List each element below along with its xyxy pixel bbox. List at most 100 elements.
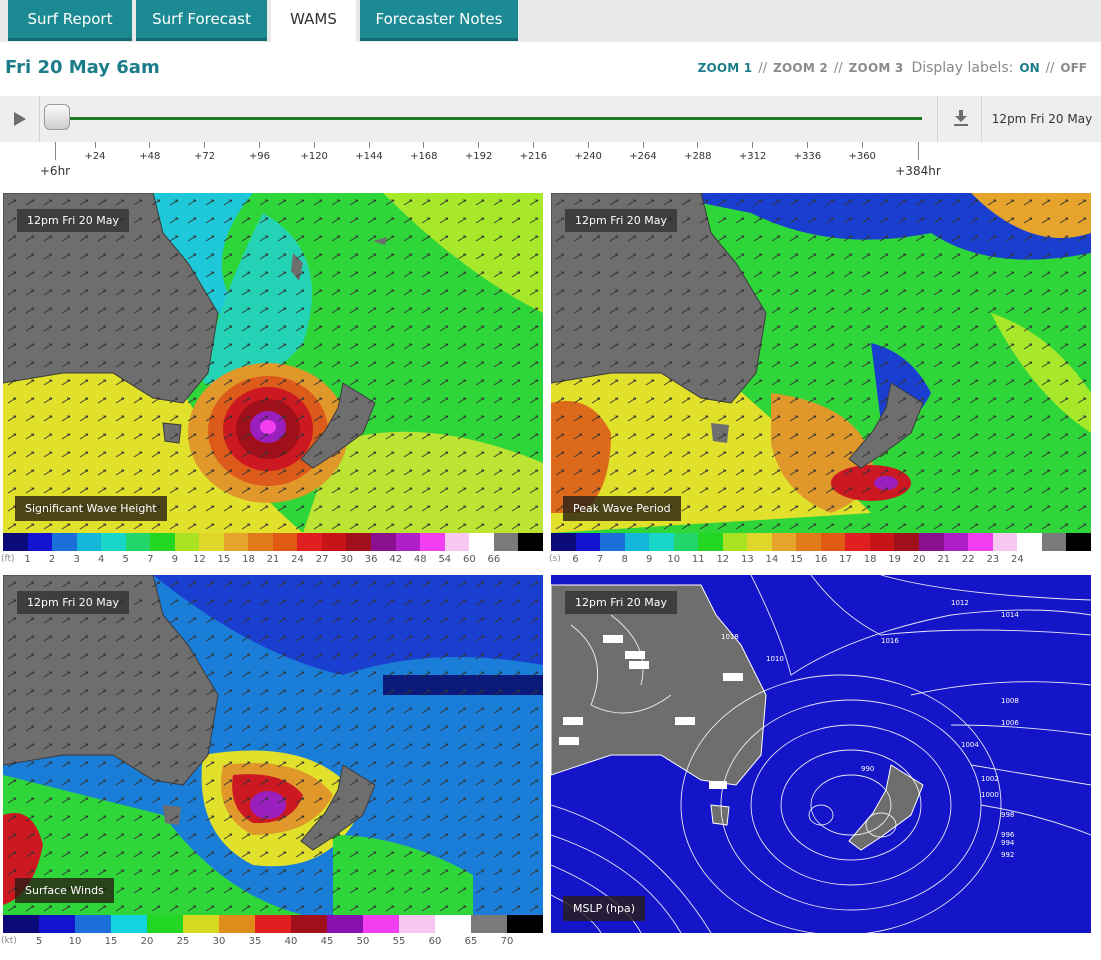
tab-surf-report[interactable]: Surf Report [8, 0, 132, 41]
legend-value: 23 [986, 554, 1000, 565]
legend-value: 7 [147, 554, 154, 565]
tab-forecaster-notes[interactable]: Forecaster Notes [360, 0, 518, 41]
timeline-tick: +48 [125, 142, 175, 162]
legend-value: 36 [364, 554, 378, 565]
isobar-label: 1002 [981, 775, 999, 783]
separator: // [833, 61, 843, 76]
legend-swatch [575, 533, 601, 551]
legend-value: 60 [428, 936, 442, 947]
timeline-slider-handle[interactable] [44, 104, 70, 130]
legend-value: 3 [73, 554, 80, 565]
legend-value: 8 [621, 554, 628, 565]
legend-swatch [75, 915, 111, 933]
legend-value: 17 [839, 554, 852, 565]
legend-swatch [1066, 533, 1091, 551]
legend-value: 18 [863, 554, 877, 565]
variable-label: Peak Wave Period [563, 496, 681, 521]
legend-swatch [27, 533, 53, 551]
variable-label: Surface Winds [15, 878, 114, 903]
legend-value: 54 [438, 554, 452, 565]
legend-swatch [894, 533, 919, 551]
isobar-label: 998 [1001, 811, 1014, 819]
legend-value: 12 [192, 554, 206, 565]
legend-swatch [255, 915, 291, 933]
zoom-1-link[interactable]: ZOOM 1 [698, 61, 753, 75]
legend-value: 9 [645, 554, 653, 565]
legend-swatch [52, 533, 77, 551]
wave-period-panel[interactable]: 12pm Fri 20 May Peak Wave Period [551, 193, 1091, 533]
legend-swatch [698, 533, 723, 551]
legend-swatch [327, 915, 363, 933]
page-title: Fri 20 May 6am [5, 57, 160, 78]
legend-swatch [869, 533, 895, 551]
legend-swatch [796, 533, 821, 551]
legend-swatch [297, 533, 322, 551]
zoom-2-link[interactable]: ZOOM 2 [773, 61, 828, 75]
isobar-label: 1018 [721, 633, 739, 641]
legend-swatch [199, 533, 224, 551]
legend-swatches [551, 533, 1091, 551]
map-controls: ZOOM 1 // ZOOM 2 // ZOOM 3 Display labels: ON /… [698, 60, 1087, 76]
wave-height-legend: (ft) 1 2 3 4 5 7 9 12 15 18 21 24 27 30 36 42 48 54 60 66 [1, 533, 543, 565]
mslp-panel[interactable]: 1012 1014 1016 1018 1010 1008 1006 1004 1002 1000… [551, 575, 1091, 933]
legend-value: 55 [392, 936, 406, 947]
legend-swatch [219, 915, 255, 933]
timeline-tick: +264 [618, 142, 668, 162]
isobar-label: 1008 [1001, 697, 1019, 705]
zoom-3-link[interactable]: ZOOM 3 [849, 61, 904, 75]
download-button[interactable] [937, 96, 982, 142]
legend-swatch [147, 915, 183, 933]
wave-height-panel[interactable]: 12pm Fri 20 May Significant Wave Height [3, 193, 543, 533]
timeline-track[interactable] [52, 117, 922, 120]
legend-value: 15 [104, 936, 118, 947]
tab-wams[interactable]: WAMS [271, 0, 356, 42]
surface-winds-panel[interactable]: 12pm Fri 20 May Surface Winds [3, 575, 543, 915]
legend-value: 15 [790, 554, 803, 565]
legend-swatch [101, 533, 126, 551]
isobar-label: 1000 [981, 791, 999, 799]
timeline-tick: +192 [454, 142, 504, 162]
legend-value: 10 [667, 554, 681, 565]
legend-value: 70 [500, 936, 514, 947]
legend-value: 5 [122, 554, 129, 565]
legend-value: 20 [140, 936, 154, 947]
legend-value: 21 [937, 554, 951, 565]
legend-value: 45 [320, 936, 334, 947]
legend-swatch [248, 533, 273, 551]
legend-value: 24 [1010, 554, 1024, 565]
legend-swatch [346, 533, 371, 551]
timeline-tick: +96 [234, 142, 284, 162]
legend-value: 9 [171, 554, 178, 565]
legend-values: 5 10 15 20 25 30 35 40 45 50 55 60 65 70 [3, 936, 543, 950]
timeline-tick: +216 [508, 142, 558, 162]
isobar-label: 1004 [961, 741, 979, 749]
labels-on-toggle[interactable]: ON [1019, 61, 1039, 75]
legend-swatch [551, 533, 576, 551]
legend-value: 60 [462, 554, 476, 565]
legend-swatch [420, 533, 445, 551]
play-button[interactable] [0, 96, 40, 142]
legend-value: 42 [389, 554, 403, 565]
legend-value: 24 [291, 554, 304, 565]
tab-bar: Surf Report Surf Forecast WAMS Forecaste… [0, 0, 1101, 42]
labels-off-toggle[interactable]: OFF [1060, 61, 1087, 75]
legend-swatch [272, 533, 298, 551]
tab-surf-forecast[interactable]: Surf Forecast [136, 0, 267, 41]
wams-page: Surf Report Surf Forecast WAMS Forecaste… [0, 0, 1101, 960]
legend-swatch [471, 915, 507, 933]
legend-swatch [39, 915, 75, 933]
legend-swatches [3, 915, 543, 933]
timeline-bar: 12pm Fri 20 May [0, 96, 1101, 142]
legend-swatch [722, 533, 748, 551]
legend-swatch [469, 533, 494, 551]
legend-value: 50 [356, 936, 370, 947]
isobar-label: 1006 [1001, 719, 1019, 727]
current-time-readout: 12pm Fri 20 May [991, 112, 1093, 126]
legend-swatch [673, 533, 699, 551]
timeline-tick: +240 [563, 142, 613, 162]
wave-height-map [3, 193, 543, 533]
surface-winds-map [3, 575, 543, 915]
legend-swatch [363, 915, 399, 933]
legend-swatch [820, 533, 846, 551]
legend-value: 2 [48, 554, 56, 565]
